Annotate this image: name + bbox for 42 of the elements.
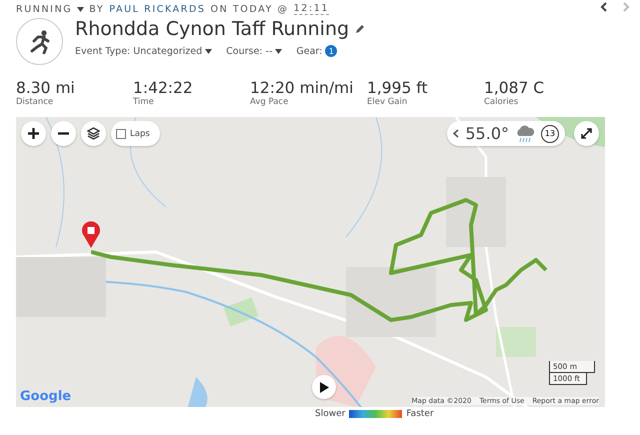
- stat-label: Calories: [484, 97, 520, 107]
- pace-gradient: [349, 410, 402, 418]
- stat-value: 12:20 min/mi: [250, 79, 354, 97]
- stat-label: Time: [133, 97, 155, 107]
- activity-type-link[interactable]: RUNNING: [16, 4, 72, 14]
- stat-label: Distance: [16, 97, 54, 107]
- laps-checkbox[interactable]: Laps: [111, 121, 160, 146]
- activity-title: Rhondda Cynon Taff Running: [75, 18, 350, 40]
- gear-link[interactable]: Gear: 1: [296, 45, 338, 57]
- previous-icon[interactable]: [600, 2, 608, 12]
- slower-label: Slower: [315, 409, 346, 419]
- caret-icon: [205, 48, 212, 54]
- meta-dropdown[interactable]: Event Type: Uncategorized: [75, 45, 212, 57]
- expand-icon: [581, 128, 592, 139]
- stat-value: 1,995 ft: [367, 79, 429, 97]
- time-label: 12:11: [294, 3, 330, 15]
- layers-icon: [87, 127, 100, 140]
- faster-label: Faster: [406, 409, 434, 419]
- temperature-label: 55.0°: [465, 124, 509, 143]
- pencil-icon[interactable]: [355, 24, 366, 34]
- minus-icon: [58, 132, 69, 135]
- runner-icon: [28, 30, 50, 54]
- stat-label: Avg Pace: [250, 97, 290, 107]
- author-link[interactable]: PAUL RICKARDS: [109, 4, 206, 14]
- stat-value: 1,087 C: [484, 79, 546, 97]
- chevron-left-icon: [453, 129, 460, 138]
- meta-dropdown[interactable]: Course: --: [226, 45, 282, 57]
- stat-value: 1:42:22: [133, 79, 194, 97]
- caret-icon[interactable]: [77, 6, 84, 12]
- play-icon: [320, 382, 328, 392]
- map-logo: Google: [20, 389, 72, 404]
- stat-label: Elev Gain: [367, 97, 408, 107]
- by-label: BY: [89, 4, 104, 14]
- on-label: ON TODAY @: [210, 4, 289, 14]
- start-marker-icon: [81, 221, 101, 249]
- caret-icon: [275, 48, 282, 54]
- gear-count: 1: [325, 45, 338, 57]
- weather-widget[interactable]: 55.0° 13: [447, 121, 565, 146]
- stat-value: 8.30 mi: [16, 79, 76, 97]
- plus-icon: [28, 128, 39, 139]
- wind-speed-label: 13: [541, 124, 559, 142]
- rain-cloud-icon: [515, 124, 535, 142]
